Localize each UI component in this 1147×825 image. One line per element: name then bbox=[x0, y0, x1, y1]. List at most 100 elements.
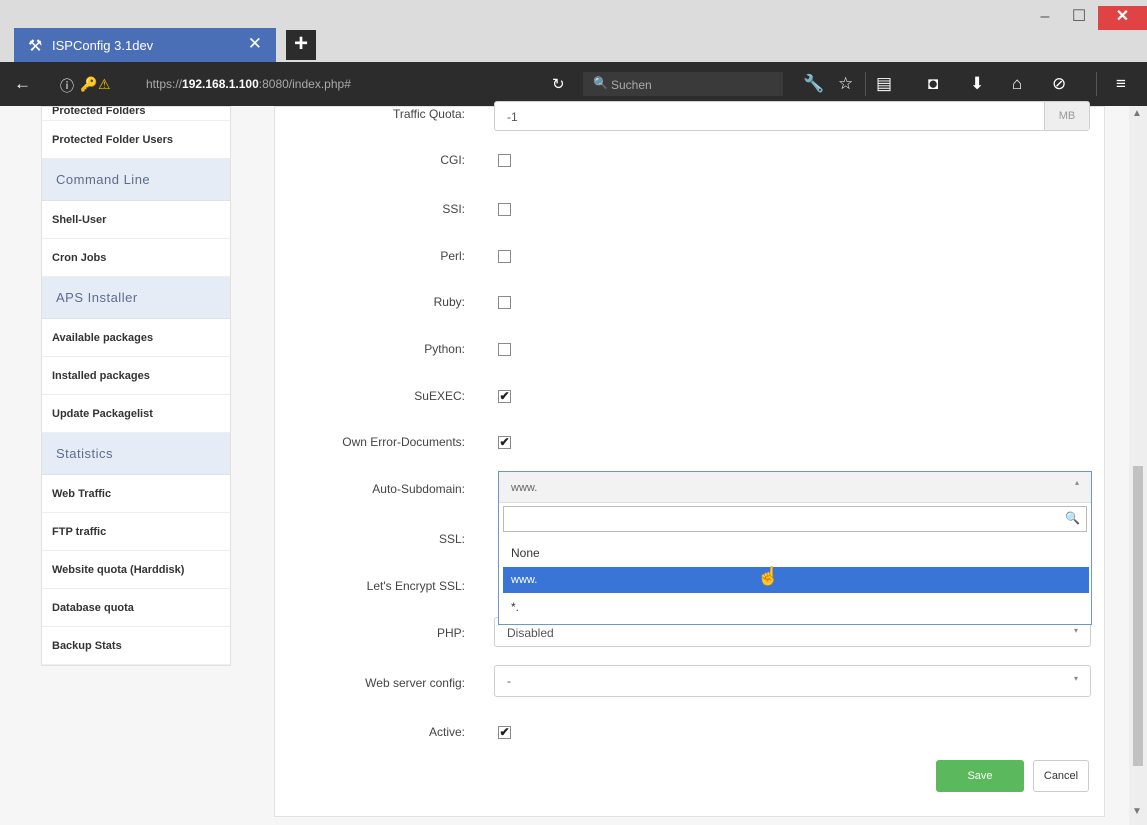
browser-tab[interactable]: ⚒ ISPConfig 3.1dev ✕ bbox=[14, 28, 276, 62]
sidebar-heading-aps-installer: APS Installer bbox=[42, 277, 230, 319]
sidebar-heading-statistics: Statistics bbox=[42, 433, 230, 475]
dropdown-search-input[interactable]: 🔍 bbox=[503, 506, 1087, 532]
ssl-label: SSL: bbox=[438, 532, 465, 546]
info-icon[interactable]: ⓘ bbox=[60, 76, 74, 96]
sidebar-item-web-traffic[interactable]: Web Traffic bbox=[42, 475, 230, 513]
browser-titlebar: ⚒ ISPConfig 3.1dev ✕ + – ☐ ✕ bbox=[0, 0, 1147, 62]
tools-icon: ⚒ bbox=[28, 38, 43, 55]
url-text: https://192.168.1.100:8080/index.php# bbox=[146, 77, 351, 91]
auto-subdomain-select[interactable]: www. ▴ bbox=[499, 472, 1091, 503]
ssi-label: SSI: bbox=[442, 202, 465, 216]
ruby-checkbox[interactable] bbox=[498, 296, 511, 309]
save-button[interactable]: Save bbox=[936, 760, 1024, 792]
active-label: Active: bbox=[428, 725, 465, 739]
menu-icon[interactable]: ≡ bbox=[1116, 74, 1126, 94]
dropdown-option-label: None bbox=[511, 546, 540, 560]
suexec-checkbox[interactable]: ✔ bbox=[498, 390, 511, 403]
home-icon[interactable]: ⌂ bbox=[1012, 74, 1022, 94]
lock-warning-icon[interactable]: ⚠ bbox=[98, 76, 111, 93]
page-content: Protected Folders Protected Folder Users… bbox=[0, 101, 1147, 825]
maximize-button[interactable]: ☐ bbox=[1064, 6, 1094, 30]
new-tab-button[interactable]: + bbox=[286, 30, 316, 60]
pocket-icon[interactable]: ◘ bbox=[928, 74, 938, 94]
auto-subdomain-value: www. bbox=[511, 482, 538, 494]
scroll-down-icon[interactable]: ▼ bbox=[1132, 806, 1142, 817]
own-error-documents-label: Own Error-Documents: bbox=[342, 435, 465, 449]
traffic-quota-input[interactable]: -1 MB bbox=[494, 101, 1090, 131]
perl-label: Perl: bbox=[440, 249, 465, 263]
wrench-icon[interactable]: 🔧 bbox=[803, 74, 824, 94]
toolbar-divider bbox=[1096, 72, 1097, 96]
dropdown-option-www[interactable]: www. bbox=[503, 567, 1089, 593]
sidebar-heading-command-line: Command Line bbox=[42, 159, 230, 201]
chevron-down-icon: ▾ bbox=[1074, 674, 1079, 683]
sidebar-item-shell-user[interactable]: Shell-User bbox=[42, 201, 230, 239]
php-select-value: Disabled bbox=[507, 626, 554, 640]
chevron-down-icon: ▾ bbox=[1074, 626, 1079, 635]
scroll-up-icon[interactable]: ▲ bbox=[1132, 108, 1142, 119]
traffic-quota-label: Traffic Quota: bbox=[392, 107, 465, 121]
close-tab-icon[interactable]: ✕ bbox=[248, 34, 262, 54]
own-error-documents-checkbox[interactable]: ✔ bbox=[498, 436, 511, 449]
sidebar-item-database-quota[interactable]: Database quota bbox=[42, 589, 230, 627]
sidebar-item-ftp-traffic[interactable]: FTP traffic bbox=[42, 513, 230, 551]
chevron-up-icon: ▴ bbox=[1075, 478, 1080, 487]
minimize-button[interactable]: – bbox=[1030, 6, 1060, 30]
letsencrypt-label: Let's Encrypt SSL: bbox=[366, 579, 465, 593]
url-bar[interactable]: https://192.168.1.100:8080/index.php# bbox=[116, 72, 536, 96]
search-placeholder: Suchen bbox=[611, 78, 652, 92]
no-script-icon[interactable]: ⊘ bbox=[1052, 74, 1066, 94]
page-scrollbar[interactable]: ▲ ▼ bbox=[1129, 106, 1147, 825]
reading-list-icon[interactable]: ▤ bbox=[876, 74, 892, 94]
traffic-quota-value: -1 bbox=[507, 110, 518, 124]
bookmark-star-icon[interactable]: ☆ bbox=[838, 74, 853, 94]
download-icon[interactable]: ⬇ bbox=[970, 74, 984, 94]
url-prefix: https:// bbox=[146, 77, 183, 91]
search-icon: 🔍 bbox=[1065, 511, 1080, 525]
url-path: :8080/index.php# bbox=[258, 77, 351, 91]
sidebar-item-installed-packages[interactable]: Installed packages bbox=[42, 357, 230, 395]
web-server-config-value: - bbox=[507, 674, 511, 688]
tab-title: ISPConfig 3.1dev bbox=[52, 38, 154, 53]
key-icon[interactable]: 🔑 bbox=[80, 76, 97, 93]
search-input[interactable]: 🔍 Suchen bbox=[583, 72, 783, 96]
traffic-quota-unit: MB bbox=[1044, 102, 1089, 130]
scrollbar-thumb[interactable] bbox=[1133, 466, 1143, 766]
hand-cursor-icon: ☝ bbox=[757, 566, 780, 586]
web-server-config-select[interactable]: - ▾ bbox=[494, 665, 1091, 697]
reload-icon[interactable]: ↻ bbox=[552, 75, 565, 93]
sidebar-item-update-packagelist[interactable]: Update Packagelist bbox=[42, 395, 230, 433]
sidebar-item-protected-folder-users[interactable]: Protected Folder Users bbox=[42, 121, 230, 159]
sidebar-item-backup-stats[interactable]: Backup Stats bbox=[42, 627, 230, 665]
close-window-button[interactable]: ✕ bbox=[1098, 6, 1147, 30]
search-icon: 🔍 bbox=[593, 76, 608, 90]
ssi-checkbox[interactable] bbox=[498, 203, 511, 216]
dropdown-option-none[interactable]: None bbox=[503, 539, 1089, 565]
url-host: 192.168.1.100 bbox=[182, 77, 259, 91]
php-label: PHP: bbox=[436, 626, 465, 640]
auto-subdomain-dropdown[interactable]: www. ▴ 🔍 None www. *. bbox=[498, 471, 1092, 625]
sidebar-item-website-quota[interactable]: Website quota (Harddisk) bbox=[42, 551, 230, 589]
auto-subdomain-label: Auto-Subdomain: bbox=[372, 482, 465, 496]
sidebar: Protected Folders Protected Folder Users… bbox=[41, 106, 231, 666]
ruby-label: Ruby: bbox=[433, 295, 465, 309]
settings-panel: Traffic Quota: -1 MB CGI: SSI: Perl: Rub… bbox=[274, 101, 1105, 817]
dropdown-option-label: *. bbox=[511, 600, 520, 614]
sidebar-item-available-packages[interactable]: Available packages bbox=[42, 319, 230, 357]
python-checkbox[interactable] bbox=[498, 343, 511, 356]
cgi-label: CGI: bbox=[440, 153, 465, 167]
browser-navbar: ← ⓘ 🔑 ⚠ https://192.168.1.100:8080/index… bbox=[0, 62, 1147, 106]
toolbar-divider bbox=[865, 72, 866, 96]
back-icon[interactable]: ← bbox=[14, 74, 31, 94]
sidebar-item-cron-jobs[interactable]: Cron Jobs bbox=[42, 239, 230, 277]
suexec-label: SuEXEC: bbox=[414, 389, 465, 403]
web-server-config-label: Web server config: bbox=[365, 676, 465, 690]
cancel-button[interactable]: Cancel bbox=[1033, 760, 1089, 792]
dropdown-option-wildcard[interactable]: *. bbox=[503, 593, 1089, 619]
active-checkbox[interactable]: ✔ bbox=[498, 726, 511, 739]
python-label: Python: bbox=[424, 342, 465, 356]
sidebar-item-protected-folders[interactable]: Protected Folders bbox=[42, 107, 230, 121]
dropdown-option-label: www. bbox=[511, 574, 538, 586]
cgi-checkbox[interactable] bbox=[498, 154, 511, 167]
perl-checkbox[interactable] bbox=[498, 250, 511, 263]
